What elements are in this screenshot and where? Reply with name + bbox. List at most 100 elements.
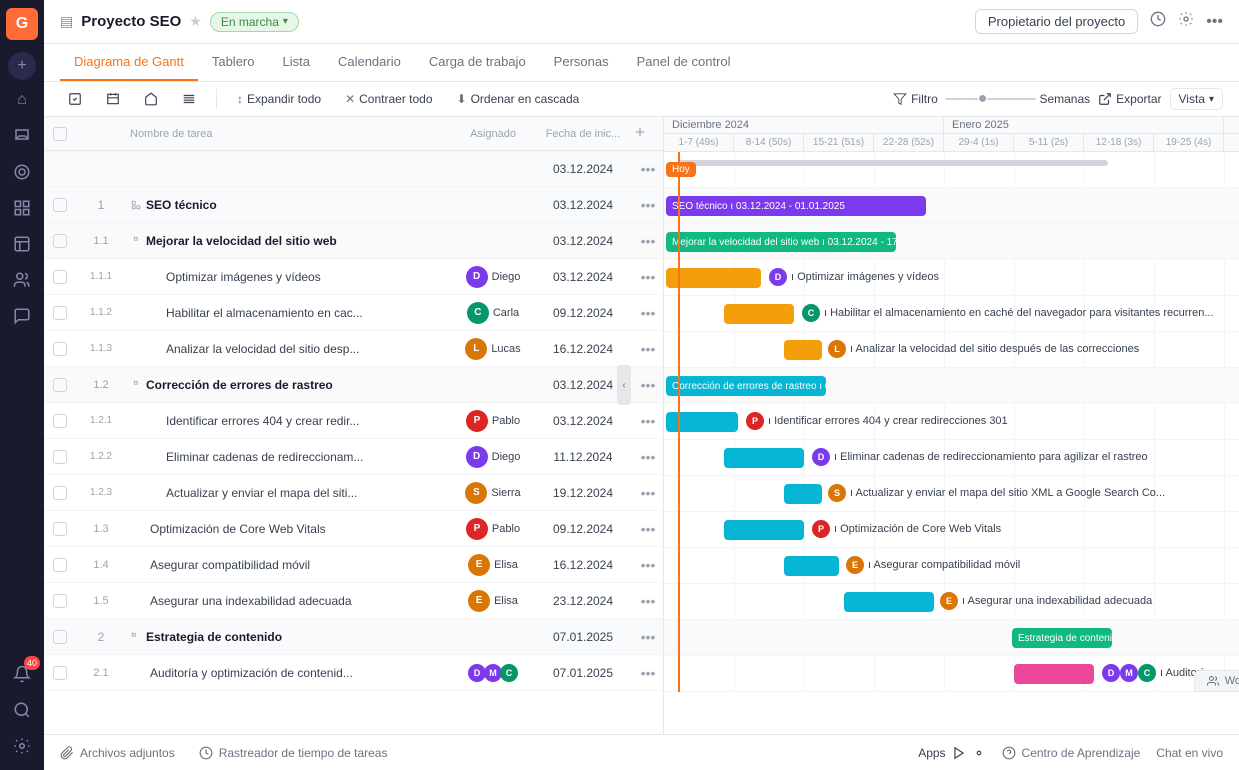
expand-button[interactable]: ↕ Expandir todo — [229, 88, 329, 110]
people-icon[interactable] — [6, 264, 38, 296]
gantt-timeline-header: Diciembre 2024 Enero 2025 1-7 (49s) 8-14… — [664, 117, 1239, 152]
row-1-2-2-checkbox[interactable] — [53, 450, 67, 464]
row-1-1-2-checkbox[interactable] — [53, 306, 67, 320]
row-2-menu[interactable]: ••• — [633, 629, 663, 645]
row-1-1-2-name: Habilitar el almacenamiento en cac... — [146, 306, 453, 320]
contract-button[interactable]: ✕ Contraer todo — [337, 88, 440, 110]
bar-actualizar-mapa[interactable] — [784, 484, 822, 504]
chat-icon[interactable] — [6, 300, 38, 332]
bar-eliminar-cadenas[interactable] — [724, 448, 804, 468]
row-1-1-3-menu[interactable]: ••• — [633, 341, 663, 357]
tab-calendar[interactable]: Calendario — [324, 44, 415, 81]
add-icon[interactable]: + — [8, 52, 36, 80]
bar-analizar-velocidad[interactable] — [784, 340, 822, 360]
task-row-2-1: 2.1 Auditoría y optimización de contenid… — [44, 655, 663, 691]
row-1-1-expand[interactable] — [126, 236, 146, 246]
settings-icon[interactable] — [6, 730, 38, 762]
tab-gantt[interactable]: Diagrama de Gantt — [60, 44, 198, 81]
owner-button[interactable]: Propietario del proyecto — [975, 9, 1138, 34]
bar-velocidad[interactable]: Mejorar la velocidad del sitio web ı 03.… — [666, 232, 896, 252]
projects-icon[interactable] — [6, 192, 38, 224]
bar-seo-tecnico[interactable]: SEO técnico ı 03.12.2024 - 01.01.2025 — [666, 196, 926, 216]
row-1-4-menu[interactable]: ••• — [633, 557, 663, 573]
bar-core-web[interactable] — [724, 520, 804, 540]
bar-correccion[interactable]: Corrección de errores de rastreo ı 03.12… — [666, 376, 826, 396]
row-1-2-1-checkbox[interactable] — [53, 414, 67, 428]
row-1-checkbox[interactable] — [53, 198, 67, 212]
filter-button[interactable]: Filtro — [893, 92, 938, 106]
workload-tooltip[interactable]: Workload — [1194, 670, 1239, 692]
learning-button[interactable]: Centro de Aprendizaje — [1002, 746, 1141, 760]
row-1-2-expand[interactable] — [126, 380, 146, 390]
attachments-button[interactable]: Archivos adjuntos — [60, 746, 175, 760]
row-1-1-checkbox[interactable] — [53, 234, 67, 248]
status-badge[interactable]: En marcha ▾ — [210, 12, 299, 32]
chat-button[interactable]: Chat en vivo — [1156, 746, 1223, 760]
gear-icon[interactable] — [1178, 11, 1194, 32]
bar-indexabilidad[interactable] — [844, 592, 934, 612]
notification-icon[interactable]: 40 — [6, 658, 38, 690]
row-1-1-menu[interactable]: ••• — [633, 233, 663, 249]
avatar-pablo-2: P — [466, 518, 488, 540]
row-1-1-1-menu[interactable]: ••• — [633, 269, 663, 285]
add-column[interactable] — [633, 125, 663, 142]
bar-optimizar-imagenes[interactable] — [666, 268, 761, 288]
row-menu[interactable]: ••• — [633, 161, 663, 177]
row-1-2-1-menu[interactable]: ••• — [633, 413, 663, 429]
more-icon[interactable]: ••• — [1206, 13, 1223, 31]
row-1-2-2-menu[interactable]: ••• — [633, 449, 663, 465]
bar-compatibilidad[interactable] — [784, 556, 839, 576]
row-1-5-checkbox[interactable] — [53, 594, 67, 608]
collapse-handle[interactable]: ‹ — [617, 365, 631, 405]
search-icon[interactable] — [6, 694, 38, 726]
select-all-button[interactable] — [60, 88, 90, 110]
apps-button[interactable]: Apps — [918, 746, 985, 760]
row-1-1-3-checkbox[interactable] — [53, 342, 67, 356]
row-1-expand[interactable] — [126, 200, 146, 210]
sidebar-logo[interactable]: G — [6, 8, 38, 40]
history-icon[interactable] — [1150, 11, 1166, 32]
goals-icon[interactable] — [6, 156, 38, 188]
tab-people[interactable]: Personas — [540, 44, 623, 81]
project-title: Proyecto SEO — [81, 13, 181, 30]
tab-list[interactable]: Lista — [268, 44, 323, 81]
select-all-checkbox[interactable] — [53, 127, 67, 141]
row-2-checkbox[interactable] — [53, 630, 67, 644]
tab-dashboard[interactable]: Panel de control — [623, 44, 745, 81]
row-1-2-checkbox[interactable] — [53, 378, 67, 392]
workload-label: Workload — [1225, 675, 1239, 687]
gantt-container: Nombre de tarea Asignado Fecha de inic..… — [44, 117, 1239, 734]
row-1-2-3-menu[interactable]: ••• — [633, 485, 663, 501]
cascade-button[interactable]: ⬇ Ordenar en cascada — [449, 88, 588, 110]
row-1-2-3-checkbox[interactable] — [53, 486, 67, 500]
row-1-4-checkbox[interactable] — [53, 558, 67, 572]
bar-almacenamiento[interactable] — [724, 304, 794, 324]
view-button[interactable]: Vista ▾ — [1170, 88, 1224, 110]
tab-board[interactable]: Tablero — [198, 44, 269, 81]
indent-button[interactable] — [174, 88, 204, 110]
row-1-menu[interactable]: ••• — [633, 197, 663, 213]
row-2-expand[interactable] — [126, 632, 146, 642]
row-2-1-checkbox[interactable] — [53, 666, 67, 680]
timeline-button[interactable] — [98, 88, 128, 110]
row-1-3-checkbox[interactable] — [53, 522, 67, 536]
star-icon[interactable]: ★ — [189, 13, 202, 30]
bar-identificar-errores[interactable] — [666, 412, 738, 432]
row-1-5-menu[interactable]: ••• — [633, 593, 663, 609]
time-tracker-button[interactable]: Rastreador de tiempo de tareas — [199, 746, 388, 760]
timeline-weeks: 1-7 (49s) 8-14 (50s) 15-21 (51s) 22-28 (… — [664, 134, 1239, 151]
row-1-1-2-menu[interactable]: ••• — [633, 305, 663, 321]
tab-workload[interactable]: Carga de trabajo — [415, 44, 540, 81]
bar-estrategia[interactable]: Estrategia de contenido ı 07.01.2025 - 1… — [1012, 628, 1112, 648]
home-icon[interactable]: ⌂ — [6, 84, 38, 116]
row-1-2-menu[interactable]: ••• — [633, 377, 663, 393]
inbox-icon[interactable] — [6, 120, 38, 152]
bar-auditoria[interactable] — [1014, 664, 1094, 684]
dashboard-icon[interactable] — [6, 228, 38, 260]
row-2-1-menu[interactable]: ••• — [633, 665, 663, 681]
row-1-1-1-checkbox[interactable] — [53, 270, 67, 284]
row-1-3-num: 1.3 — [76, 523, 126, 535]
hierarchy-button[interactable] — [136, 88, 166, 110]
row-1-3-menu[interactable]: ••• — [633, 521, 663, 537]
export-button[interactable]: Exportar — [1098, 92, 1161, 106]
